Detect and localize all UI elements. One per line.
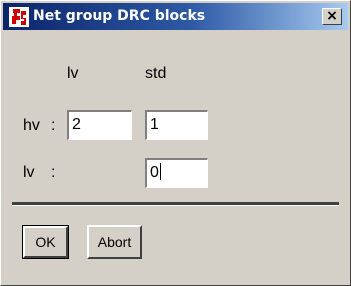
close-button[interactable]: × [322, 8, 342, 25]
app-logo-icon [9, 7, 29, 27]
ok-button[interactable]: OK [22, 225, 69, 259]
hv-lv-input[interactable]: 2 [66, 109, 133, 141]
abort-button[interactable]: Abort [87, 225, 142, 259]
column-header-lv: lv [67, 65, 79, 82]
separator-line [12, 202, 339, 206]
column-header-std: std [145, 65, 167, 82]
row-label-hv: hv [23, 117, 40, 134]
title-bar[interactable]: Net group DRC blocks × [3, 3, 348, 30]
hv-std-value: 1 [150, 116, 159, 133]
row-colon-hv: : [51, 117, 56, 134]
lv-std-value: 0 [150, 164, 159, 181]
window-title: Net group DRC blocks [33, 8, 206, 24]
dialog-window: Net group DRC blocks × lv std hv : 2 1 l… [0, 0, 351, 286]
text-caret [159, 163, 161, 180]
hv-std-input[interactable]: 1 [144, 109, 209, 141]
hv-lv-value: 2 [72, 116, 81, 133]
close-icon: × [326, 8, 338, 24]
row-label-lv: lv [23, 164, 35, 181]
lv-std-input[interactable]: 0 [144, 157, 209, 189]
row-colon-lv: : [51, 164, 56, 181]
